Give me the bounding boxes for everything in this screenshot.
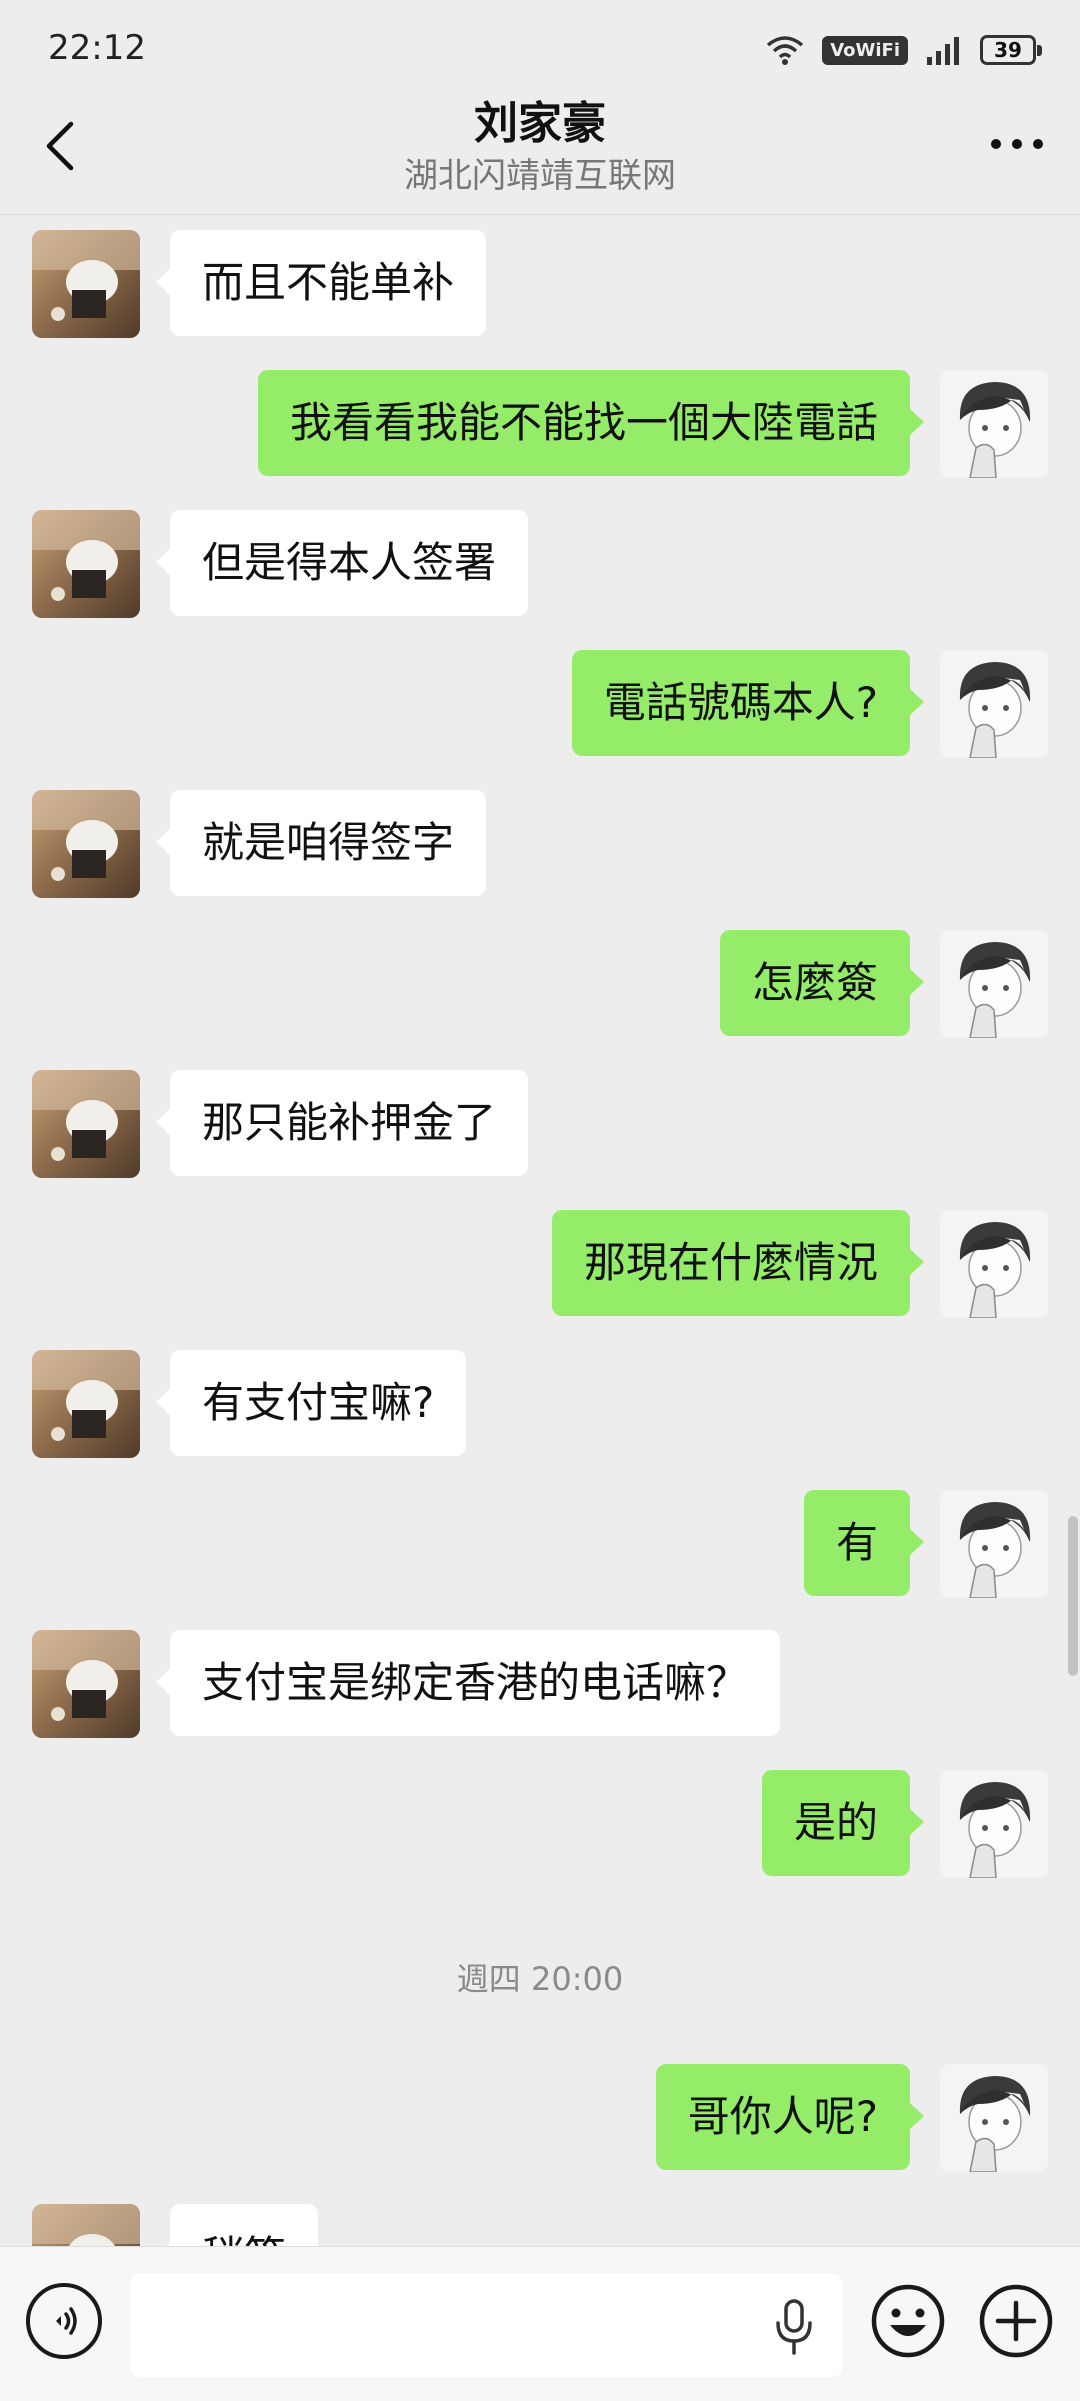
message-bubble-sent[interactable]: 那現在什麼情況 [551,1210,925,1316]
message-bubble-sent[interactable]: 我看看我能不能找一個大陸電話 [257,370,925,476]
message-input[interactable] [130,2273,842,2377]
wifi-icon [767,36,804,65]
contact-avatar[interactable] [32,510,140,618]
chat-header: 刘家豪 湖北闪靖靖互联网 [0,96,1080,215]
battery-icon: 39 [980,35,1042,65]
my-avatar[interactable] [940,370,1048,478]
message-bubble-sent[interactable]: 電話號碼本人? [571,650,925,756]
contact-avatar[interactable] [32,790,140,898]
status-icons: VoWiFi 39 [766,28,1042,72]
my-avatar[interactable] [940,930,1048,1038]
more-functions-button[interactable] [976,2281,1056,2361]
plus-icon [979,2284,1053,2358]
message-bubble-received[interactable]: 而且不能单补 [155,230,487,336]
voice-button[interactable] [26,2283,102,2359]
status-time: 22:12 [48,28,146,68]
voice-icon [56,2307,77,2335]
message-bubble-received[interactable]: 就是咱得签字 [155,790,487,896]
message-list[interactable]: 而且不能单补 我看看我能不能找一個大陸電話 但是得本人签署 電話號碼本人? 就是… [0,214,1080,2246]
message-bubble-received[interactable]: 稍等 [155,2204,319,2246]
contact-avatar[interactable] [32,1070,140,1178]
emoji-icon [871,2284,945,2358]
emoji-button[interactable] [868,2281,948,2361]
vowifi-badge: VoWiFi [822,35,908,65]
more-icon [991,139,1043,149]
message-bubble-sent[interactable]: 怎麼簽 [719,930,925,1036]
message-bubble-received[interactable]: 有支付宝嘛? [155,1350,467,1456]
message-bubble-sent[interactable]: 有 [803,1490,925,1596]
my-avatar[interactable] [940,1770,1048,1878]
contact-avatar[interactable] [32,1350,140,1458]
contact-avatar[interactable] [32,1630,140,1738]
microphone-button[interactable] [766,2297,822,2357]
contact-avatar[interactable] [32,230,140,338]
status-bar: 22:12 VoWiFi 39 [0,0,1080,96]
time-separator: 週四 20:00 [456,1960,624,1998]
contact-avatar[interactable] [32,2204,140,2246]
input-bar [0,2246,1080,2401]
signal-icon [927,37,959,65]
scrollbar[interactable] [1068,1516,1078,1676]
my-avatar[interactable] [940,650,1048,758]
message-bubble-received[interactable]: 但是得本人签署 [155,510,529,616]
message-bubble-received[interactable]: 那只能补押金了 [155,1070,529,1176]
message-bubble-sent[interactable]: 是的 [761,1770,925,1876]
chat-subtitle: 湖北闪靖靖互联网 [404,156,676,196]
chat-title: 刘家豪 [474,98,606,149]
message-bubble-received[interactable]: 支付宝是绑定香港的电话嘛？ [155,1630,781,1736]
microphone-icon [776,2299,812,2355]
my-avatar[interactable] [940,2064,1048,2172]
more-button[interactable] [982,114,1052,174]
my-avatar[interactable] [940,1490,1048,1598]
my-avatar[interactable] [940,1210,1048,1318]
message-bubble-sent[interactable]: 哥你人呢? [655,2064,925,2170]
